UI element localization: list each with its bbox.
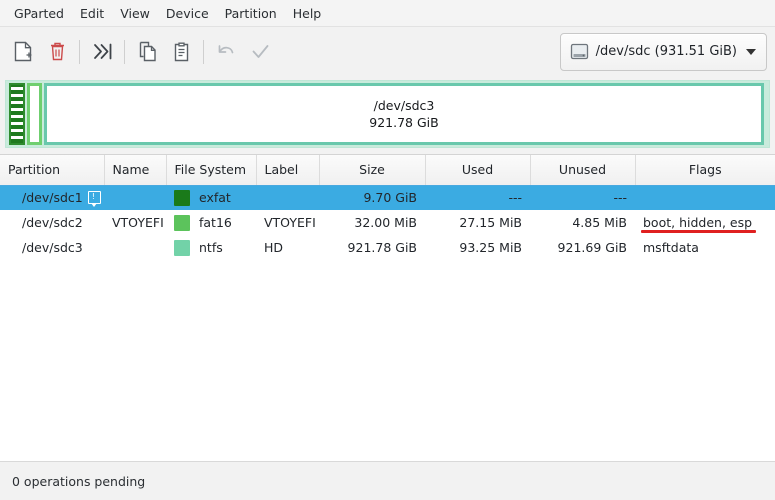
cell-flags: boot, hidden, esp — [635, 210, 775, 235]
resize-move-icon[interactable] — [85, 35, 119, 69]
chevron-down-icon — [746, 48, 756, 55]
toolbar-separator-3 — [203, 39, 204, 64]
partition-path: /dev/sdc1 — [22, 190, 83, 206]
cell-size: 9.70 GiB — [319, 185, 425, 210]
file-system-name: fat16 — [199, 215, 232, 230]
cell-label: VTOYEFI — [264, 215, 316, 230]
paste-icon[interactable] — [164, 35, 198, 69]
toolbar-separator-2 — [124, 39, 125, 64]
cell-unused: --- — [530, 185, 635, 210]
flags-text: boot, hidden, esp — [643, 215, 753, 230]
flags-annotation-underline — [641, 230, 757, 233]
disk-block-sdc2[interactable] — [27, 83, 42, 145]
cell-label: HD — [264, 240, 284, 255]
hard-disk-icon — [570, 42, 589, 61]
disk-block-sdc3-name: /dev/sdc3 — [373, 97, 435, 113]
partition-table: Partition Name File System Label Size Us… — [0, 155, 775, 260]
file-system-color-swatch — [174, 189, 190, 206]
toolbar: /dev/sdc (931.51 GiB) — [0, 27, 775, 76]
menu-view[interactable]: View — [112, 3, 158, 24]
disk-graphic: /dev/sdc3 921.78 GiB — [5, 80, 770, 148]
file-system-name: ntfs — [199, 240, 223, 255]
column-header-label[interactable]: Label — [256, 155, 320, 186]
gparted-window: GPartedEditViewDevicePartitionHelp — [0, 0, 775, 500]
menu-partition[interactable]: Partition — [217, 3, 285, 24]
column-header-size[interactable]: Size — [319, 155, 426, 186]
cell-unused: 921.69 GiB — [557, 240, 627, 255]
table-row[interactable]: /dev/sdc3 ntfs HD 921.78 GiB 93.25 MiB 921.69… — [0, 235, 775, 260]
partition-table-area: Partition Name File System Label Size Us… — [0, 154, 775, 461]
column-header-flags[interactable]: Flags — [635, 155, 775, 186]
status-text: 0 operations pending — [12, 473, 146, 489]
cell-label — [256, 185, 319, 210]
info-message-icon[interactable]: ! — [87, 191, 101, 208]
device-selector[interactable]: /dev/sdc (931.51 GiB) — [559, 32, 767, 71]
partition-path: /dev/sdc3 — [22, 240, 83, 255]
cell-size: 32.00 MiB — [354, 215, 417, 230]
column-header-file-system[interactable]: File System — [166, 155, 257, 186]
partition-table-body: /dev/sdc1! exfat 9.70 GiB --- ---/dev/sdc2 VT… — [0, 185, 775, 260]
menu-edit[interactable]: Edit — [72, 3, 112, 24]
cell-partition: /dev/sdc2 — [0, 210, 104, 235]
delete-partition-icon[interactable] — [40, 35, 74, 69]
table-row[interactable]: /dev/sdc2 VTOYEFI fat16 VTOYEFI 32.00 MiB 27.… — [0, 210, 775, 235]
copy-icon[interactable] — [130, 35, 164, 69]
menu-bar: GParted Edit View Device Partition Help — [0, 0, 775, 27]
column-header-used[interactable]: Used — [425, 155, 531, 186]
file-system-color-swatch — [174, 239, 190, 256]
column-header-unused[interactable]: Unused — [530, 155, 636, 186]
disk-block-sdc3[interactable]: /dev/sdc3 921.78 GiB — [44, 83, 764, 145]
cell-name — [104, 185, 166, 210]
column-header-partition[interactable]: Partition — [0, 155, 105, 186]
cell-partition: /dev/sdc3 — [0, 235, 104, 260]
menu-device[interactable]: Device — [158, 3, 217, 24]
cell-file-system: ntfs — [166, 235, 256, 260]
flags-text: msftdata — [643, 240, 699, 255]
disk-graphic-area: /dev/sdc3 921.78 GiB — [0, 76, 775, 154]
device-selector-label: /dev/sdc (931.51 GiB) — [595, 44, 737, 59]
cell-flags — [635, 185, 775, 210]
cell-size: 921.78 GiB — [347, 240, 417, 255]
undo-icon — [209, 35, 243, 69]
status-bar: 0 operations pending — [0, 461, 775, 500]
cell-unused: 4.85 MiB — [572, 215, 627, 230]
cell-name — [104, 235, 166, 260]
file-system-color-swatch — [174, 214, 190, 231]
disk-block-sdc3-size: 921.78 GiB — [369, 114, 439, 130]
file-system-name: exfat — [199, 190, 231, 206]
cell-used: 27.15 MiB — [459, 215, 522, 230]
cell-partition: /dev/sdc1! — [0, 185, 104, 210]
cell-flags: msftdata — [635, 235, 775, 260]
menu-help[interactable]: Help — [285, 3, 330, 24]
partition-path: /dev/sdc2 — [22, 215, 83, 230]
column-header-name[interactable]: Name — [104, 155, 167, 186]
table-row[interactable]: /dev/sdc1! exfat 9.70 GiB --- --- — [0, 185, 775, 210]
menu-gparted[interactable]: GParted — [6, 3, 72, 24]
cell-used: 93.25 MiB — [459, 240, 522, 255]
cell-file-system: fat16 — [166, 210, 256, 235]
apply-icon — [243, 35, 277, 69]
new-partition-icon[interactable] — [6, 35, 40, 69]
table-header-row: Partition Name File System Label Size Us… — [0, 155, 775, 186]
disk-block-sdc1[interactable] — [9, 83, 25, 145]
cell-used: --- — [425, 185, 530, 210]
toolbar-separator-1 — [79, 39, 80, 64]
cell-file-system: exfat — [166, 185, 256, 210]
cell-name: VTOYEFI — [112, 215, 164, 230]
